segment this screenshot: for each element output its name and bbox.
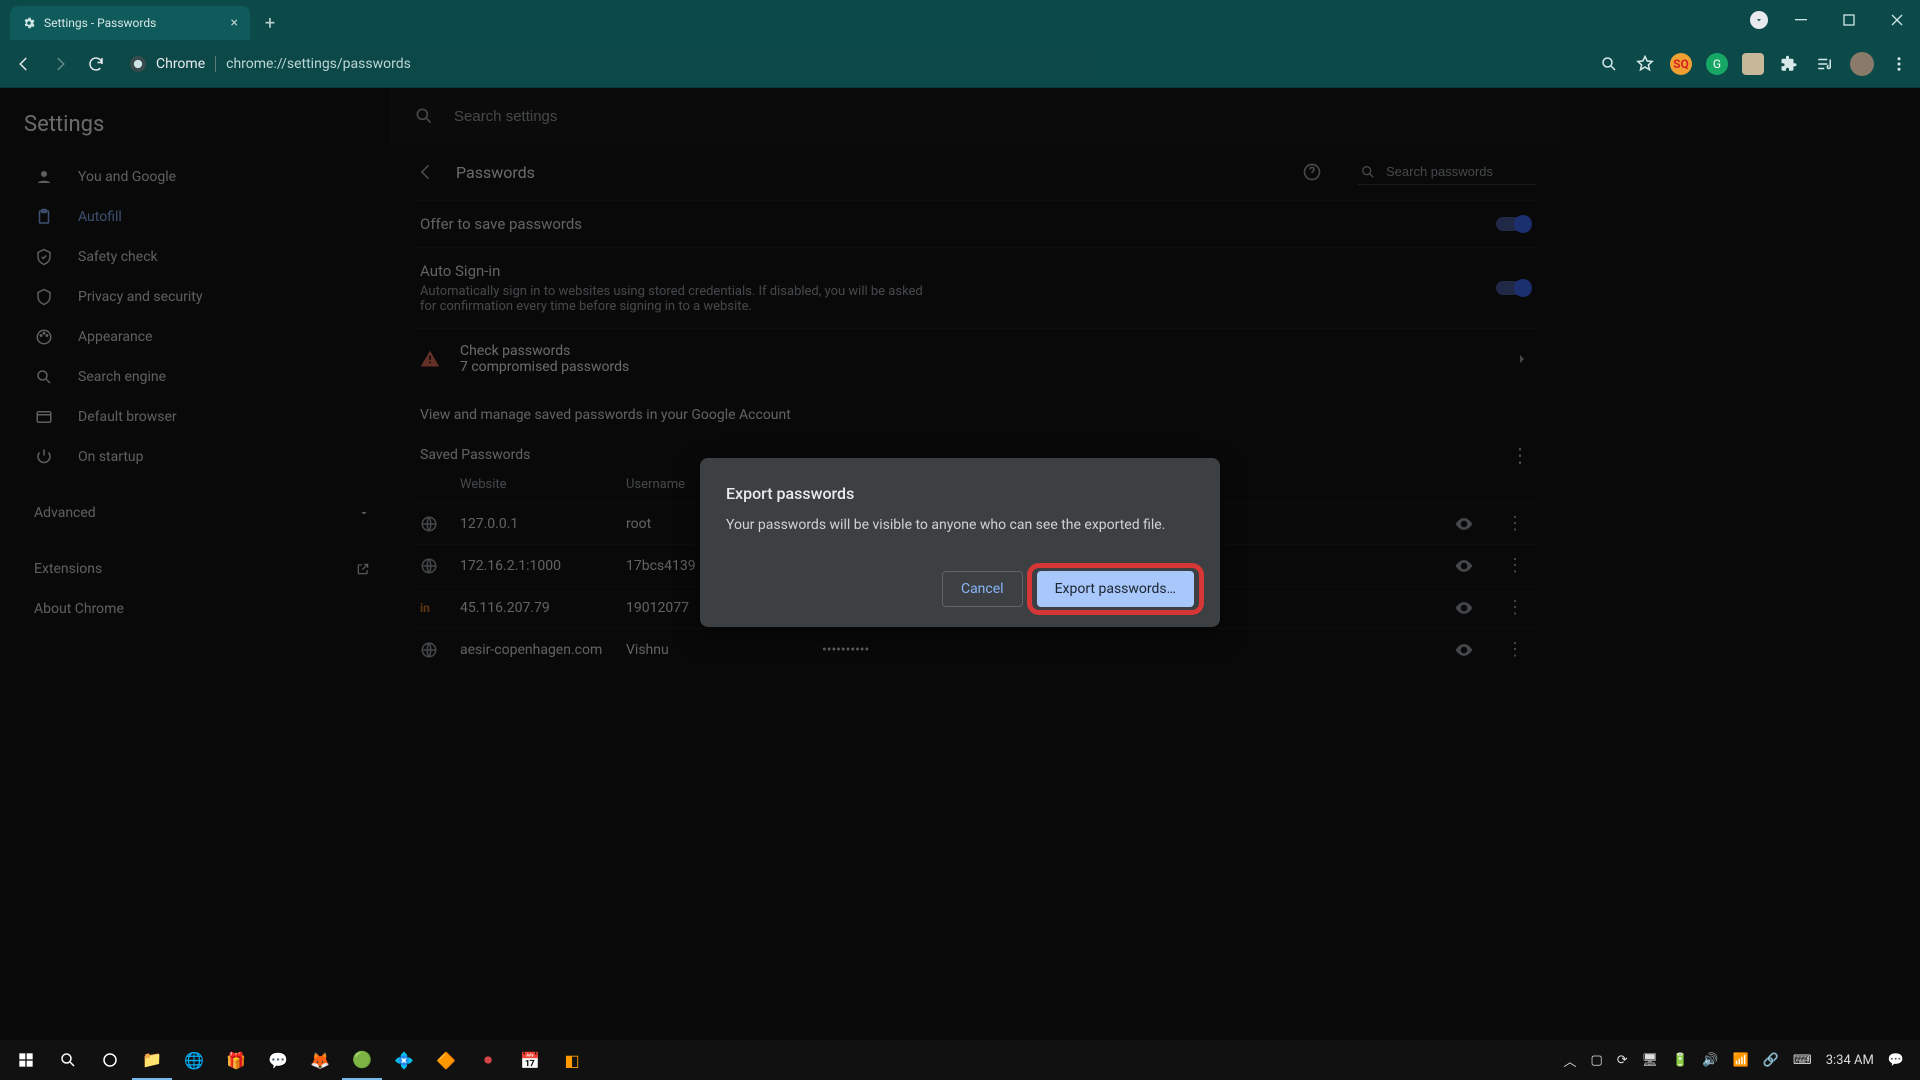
taskbar-chrome-icon[interactable]: 🟢 (342, 1040, 382, 1080)
extensions-puzzle-icon[interactable] (1778, 53, 1800, 75)
close-tab-icon[interactable]: × (231, 15, 238, 31)
tray-wifi-icon[interactable]: 📶 (1733, 1053, 1749, 1068)
tray-chevron-icon[interactable]: ︿ (1563, 1051, 1576, 1070)
omnibox[interactable]: Chrome chrome://settings/passwords (118, 48, 1098, 80)
taskbar-app-icon[interactable]: 🎁 (216, 1040, 256, 1080)
omnibox-divider (215, 56, 216, 72)
gear-icon (22, 16, 36, 30)
zoom-icon[interactable] (1598, 53, 1620, 75)
content-area: Settings You and Google Autofill Safety … (0, 88, 1920, 1040)
toolbar-actions: SQ G (1598, 52, 1910, 76)
taskbar-calendar-icon[interactable]: 📅 (510, 1040, 550, 1080)
window-controls (1750, 0, 1920, 40)
tray-link-icon[interactable]: 🔗 (1763, 1053, 1779, 1068)
clock[interactable]: 3:34 AM (1826, 1053, 1874, 1068)
start-button[interactable] (6, 1040, 46, 1080)
profile-avatar[interactable] (1850, 52, 1874, 76)
taskbar-record-icon[interactable]: ⏺ (468, 1040, 508, 1080)
notifications-icon[interactable]: 💬 (1888, 1053, 1904, 1068)
taskbar-firefox-icon[interactable]: 🦊 (300, 1040, 340, 1080)
tray-keyboard-icon[interactable]: ⌨ (1793, 1053, 1812, 1068)
nav-row: Chrome chrome://settings/passwords SQ G (0, 40, 1920, 88)
tray-sync-icon[interactable]: ⟳ (1617, 1053, 1628, 1068)
windows-taskbar: 📁 🌐 🎁 💬 🦊 🟢 💠 🔶 ⏺ 📅 ◧ ︿ ▢ ⟳ 🖥 🔋 🔊 📶 🔗 ⌨ … (0, 1040, 1920, 1080)
titlebar: Settings - Passwords × + (0, 0, 1920, 40)
extension-sq-icon[interactable]: SQ (1670, 53, 1692, 75)
forward-button[interactable] (46, 50, 74, 78)
tray-battery-icon[interactable]: 🔋 (1672, 1053, 1688, 1068)
omnibox-origin: Chrome (156, 56, 205, 72)
minimize-button[interactable] (1778, 4, 1824, 36)
tray-device-icon[interactable]: ▢ (1590, 1053, 1602, 1068)
system-tray: ︿ ▢ ⟳ 🖥 🔋 🔊 📶 🔗 ⌨ 3:34 AM 💬 (1563, 1051, 1914, 1070)
browser-tab[interactable]: Settings - Passwords × (10, 6, 250, 40)
export-passwords-dialog: Export passwords Your passwords will be … (700, 458, 1220, 627)
chrome-menu-icon[interactable] (1888, 53, 1910, 75)
media-control-icon[interactable] (1814, 53, 1836, 75)
extension-g-icon[interactable]: G (1706, 53, 1728, 75)
export-passwords-button[interactable]: Export passwords… (1037, 571, 1194, 607)
site-info-icon[interactable] (130, 56, 146, 72)
cancel-button[interactable]: Cancel (942, 571, 1023, 607)
extension-box-icon[interactable] (1742, 53, 1764, 75)
tray-volume-icon[interactable]: 🔊 (1702, 1053, 1718, 1068)
taskbar-skype-icon[interactable]: 💠 (384, 1040, 424, 1080)
tab-title: Settings - Passwords (44, 16, 156, 30)
profile-indicator-icon[interactable] (1750, 11, 1768, 29)
reload-button[interactable] (82, 50, 110, 78)
taskbar-edge-icon[interactable]: 🌐 (174, 1040, 214, 1080)
tray-display-icon[interactable]: 🖥 (1642, 1053, 1659, 1068)
cortana-button[interactable] (90, 1040, 130, 1080)
taskbar-whatsapp-icon[interactable]: 💬 (258, 1040, 298, 1080)
maximize-button[interactable] (1826, 4, 1872, 36)
search-button[interactable] (48, 1040, 88, 1080)
dialog-title: Export passwords (726, 484, 1194, 503)
bookmark-star-icon[interactable] (1634, 53, 1656, 75)
taskbar-explorer-icon[interactable]: 📁 (132, 1040, 172, 1080)
new-tab-button[interactable]: + (256, 9, 284, 37)
dialog-body: Your passwords will be visible to anyone… (726, 517, 1194, 533)
taskbar-app2-icon[interactable]: 🔶 (426, 1040, 466, 1080)
omnibox-url: chrome://settings/passwords (226, 56, 411, 72)
close-window-button[interactable] (1874, 4, 1920, 36)
back-button[interactable] (10, 50, 38, 78)
taskbar-ai-icon[interactable]: ◧ (552, 1040, 592, 1080)
